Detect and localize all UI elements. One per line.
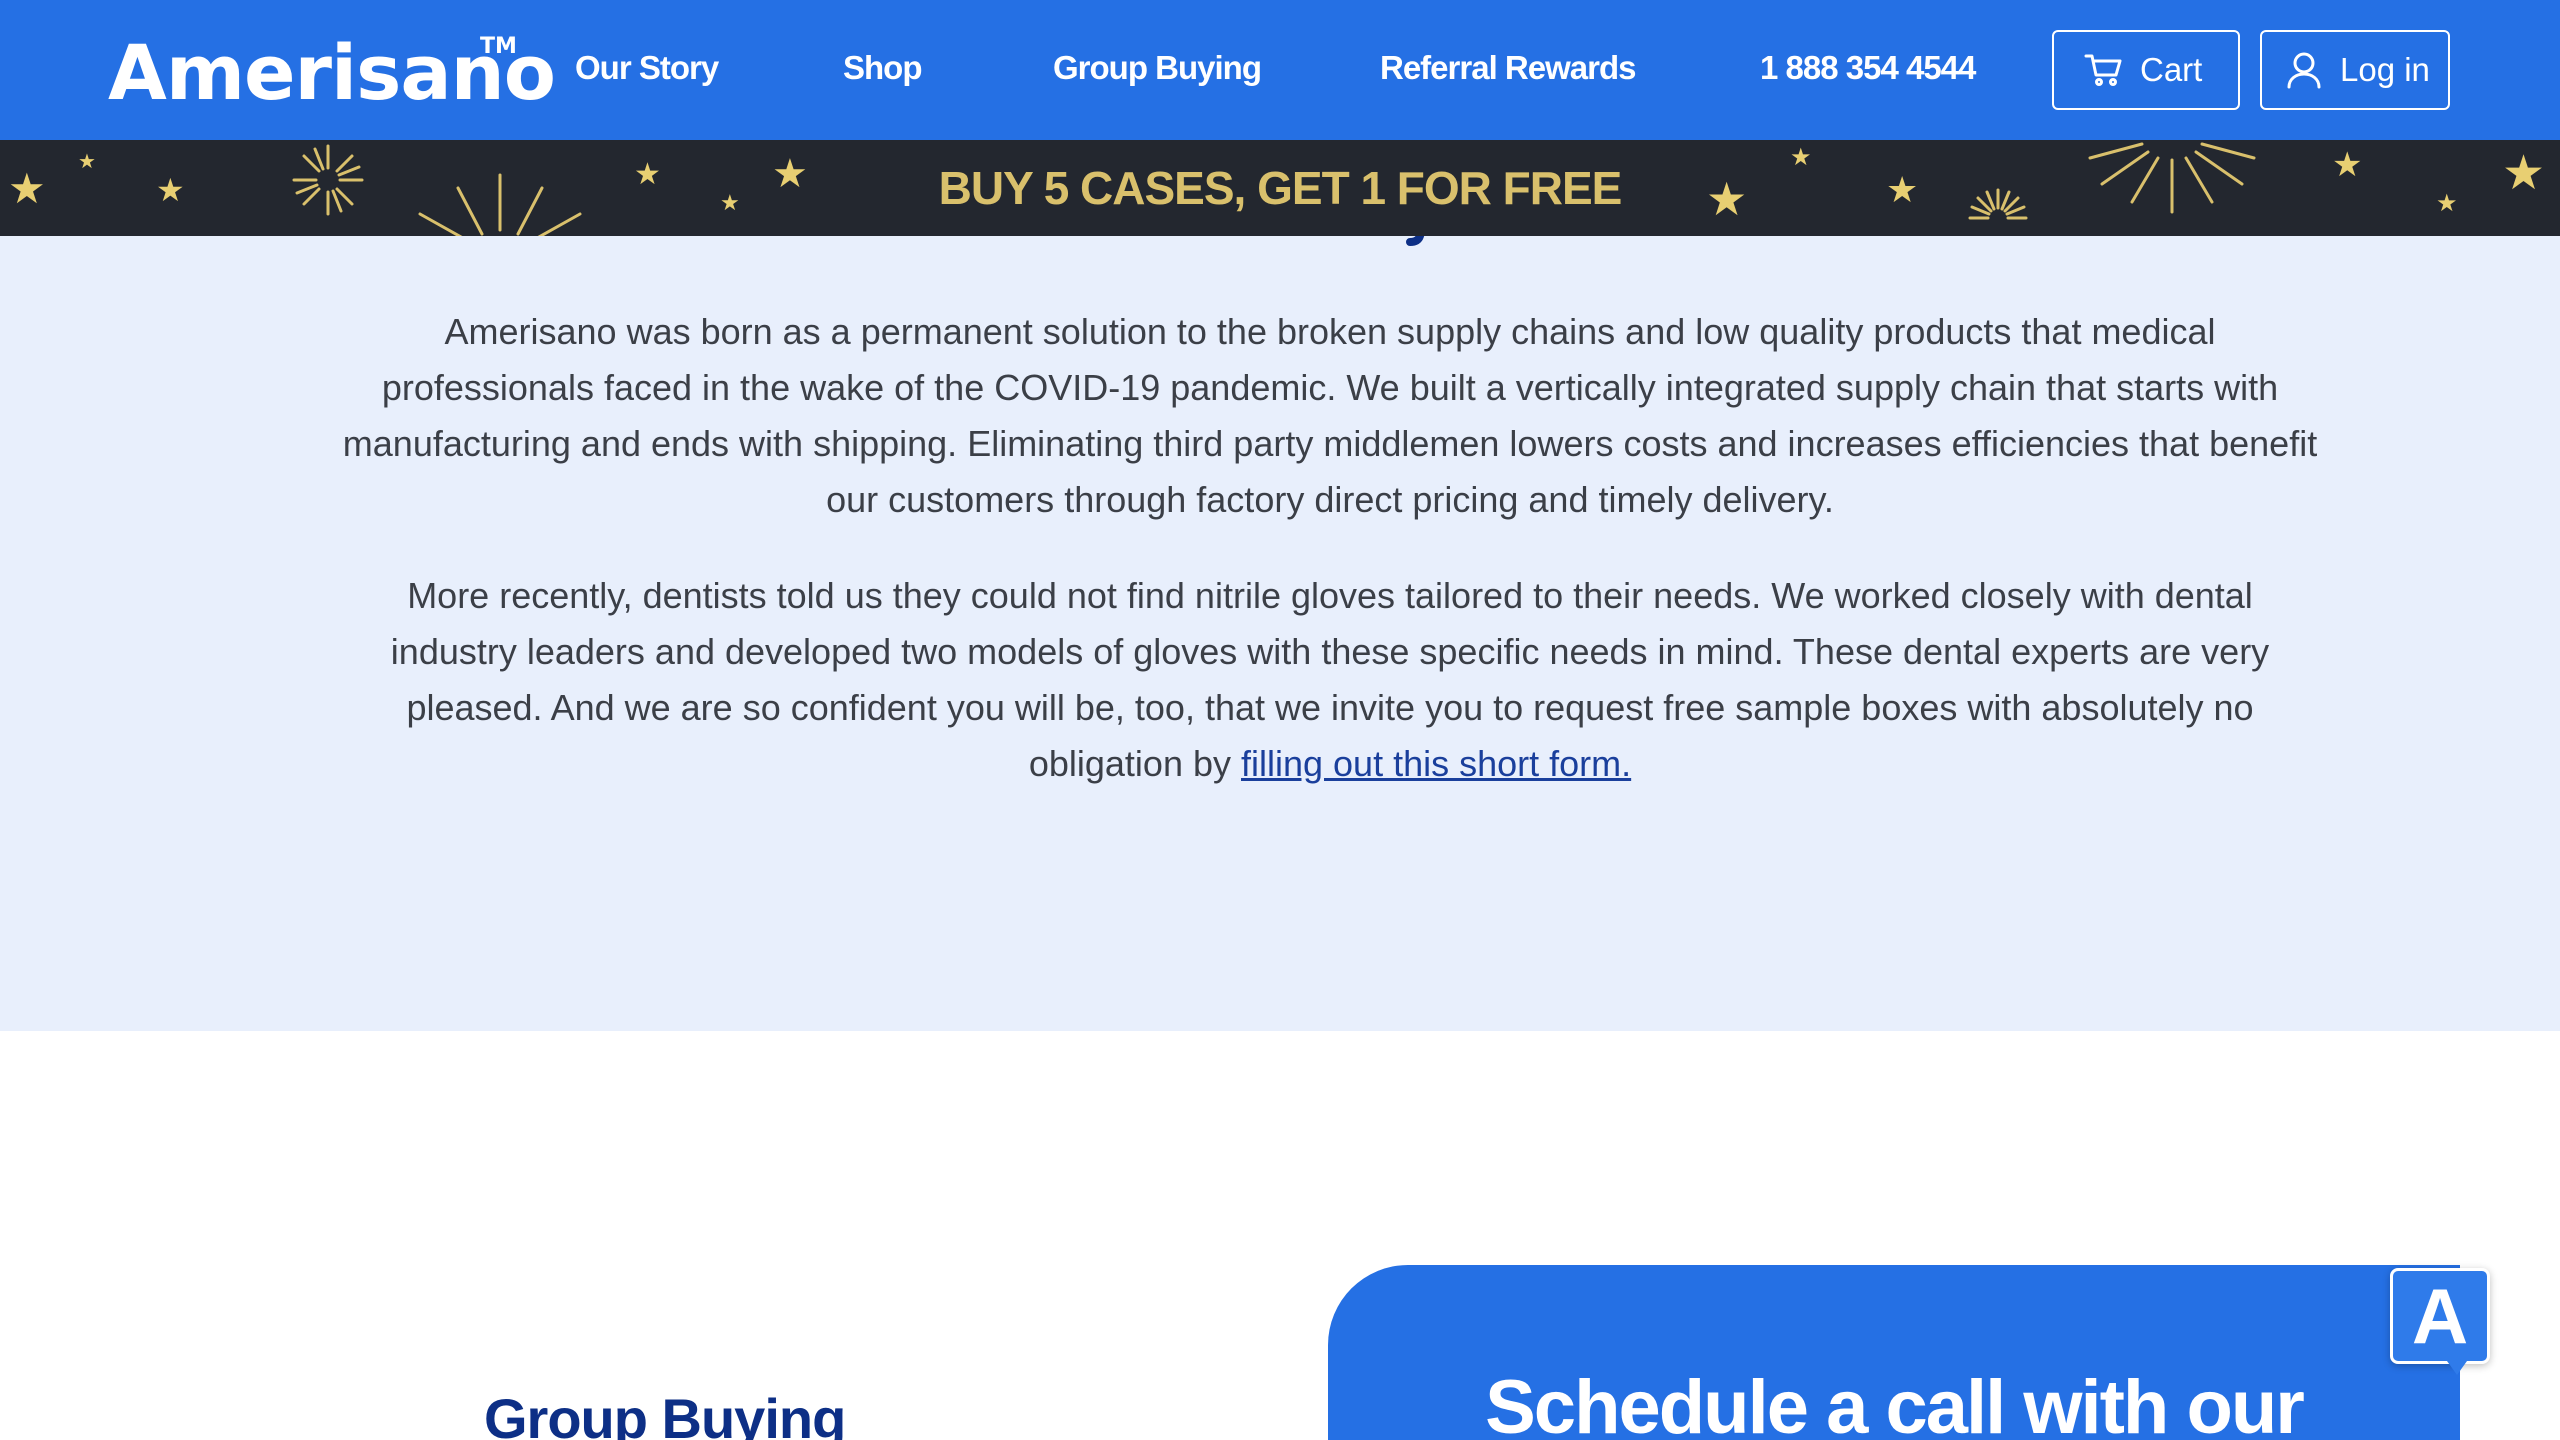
site-header: Amerisano TM Our Story Shop Group Buying… [0, 0, 2560, 140]
story-paragraph-2: More recently, dentists told us they cou… [340, 568, 2320, 792]
schedule-call-title: Schedule a call with our [1485, 1365, 2305, 1440]
promo-banner: ★ ★ ★ ★ ★ ★ ★ ★ ★ ★ ★ ★ BUY 5 CASES, GET… [0, 140, 2560, 236]
nav-group-buying[interactable]: Group Buying [1053, 46, 1262, 90]
heading-descender-fragment [1406, 236, 1425, 246]
user-icon [2287, 52, 2321, 89]
nav-shop[interactable]: Shop [843, 46, 922, 90]
trademark-symbol: TM [480, 34, 517, 59]
sample-form-link[interactable]: filling out this short form. [1241, 743, 1631, 784]
login-label: Log in [2340, 51, 2430, 88]
group-buying-heading: Group Buying [484, 1387, 846, 1440]
cart-button[interactable]: Cart [2052, 30, 2240, 110]
cart-label: Cart [2140, 51, 2203, 88]
login-button[interactable]: Log in [2260, 30, 2450, 110]
promo-text: BUY 5 CASES, GET 1 FOR FREE [938, 162, 1623, 214]
story-paragraph-1: Amerisano was born as a permanent soluti… [342, 311, 2318, 520]
cart-icon [2084, 54, 2122, 86]
schedule-call-card: Schedule a call with our [1328, 1265, 2460, 1440]
accessibility-widget-button[interactable]: A [2390, 1268, 2490, 1375]
accessibility-icon: A [2411, 1272, 2469, 1360]
nav-our-story[interactable]: Our Story [575, 46, 719, 90]
phone-number-link[interactable]: 1 888 354 4544 [1760, 46, 1976, 90]
nav-referral-rewards[interactable]: Referral Rewards [1380, 46, 1636, 90]
our-story-section: Amerisano was born as a permanent soluti… [0, 236, 2560, 1031]
